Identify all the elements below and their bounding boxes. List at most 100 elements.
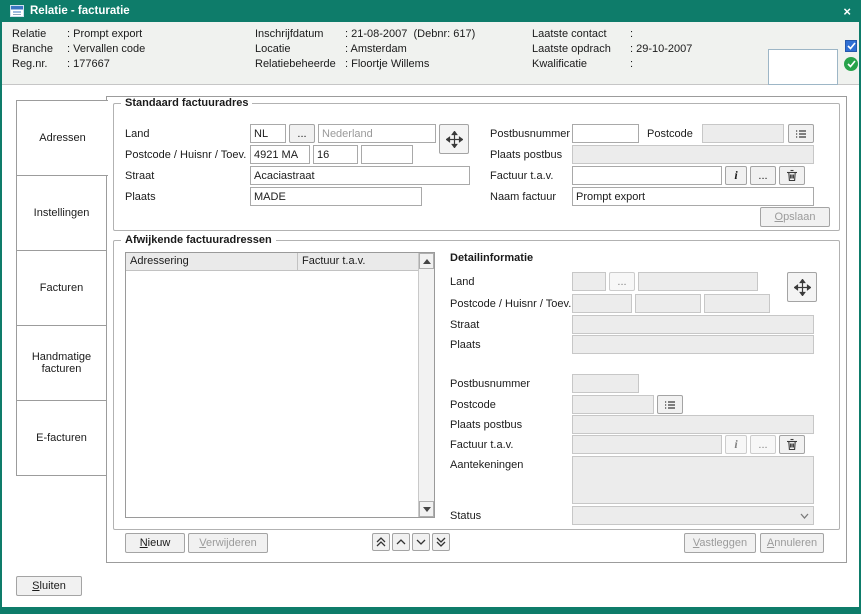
plaats-input[interactable] xyxy=(250,187,422,206)
tab-facturen[interactable]: Facturen xyxy=(16,250,107,326)
arrow-up-icon xyxy=(423,259,431,264)
header-col-3: Laatste contact: Laatste opdrach: 29-10-… xyxy=(532,28,692,73)
postcode-lookup-button[interactable] xyxy=(788,124,814,143)
detail-postbusnummer-input xyxy=(572,374,639,393)
column-header-adressering[interactable]: Adressering xyxy=(126,253,298,271)
detail-aantekeningen-textarea xyxy=(572,456,814,504)
detail-postbus-postcode-input xyxy=(572,395,654,414)
laatste-contact-label: Laatste contact xyxy=(532,28,630,43)
land-name-display xyxy=(318,124,436,143)
locatie-label: Locatie xyxy=(255,43,345,58)
detail-postcode-lookup-button[interactable] xyxy=(657,395,683,414)
huisnr-input[interactable] xyxy=(313,145,358,164)
detail-huisnr-input xyxy=(635,294,701,313)
arrow-down-icon xyxy=(423,507,431,512)
table-scrollbar[interactable] xyxy=(418,253,434,517)
sluiten-button[interactable]: Sluiten xyxy=(16,576,82,596)
postcode-input[interactable] xyxy=(250,145,310,164)
relatiebeheerder-label: Relatiebeheerde xyxy=(255,58,345,73)
relatiebeheerder-value: : Floortje Willems xyxy=(345,58,429,73)
chevron-down-icon xyxy=(416,539,426,545)
detail-land-code-input xyxy=(572,272,606,291)
kwalificatie-label: Kwalificatie xyxy=(532,58,630,73)
move-down-button[interactable] xyxy=(412,533,430,551)
trash-icon xyxy=(786,438,798,451)
app-icon xyxy=(10,5,24,17)
tab-adressen[interactable]: Adressen xyxy=(16,100,108,176)
laatste-contact-value: : xyxy=(630,28,633,43)
relatie-value: : Prompt export xyxy=(67,28,142,43)
land-label: Land xyxy=(125,128,149,140)
close-icon[interactable]: × xyxy=(843,5,851,18)
straat-label: Straat xyxy=(125,170,154,182)
postbusnummer-input[interactable] xyxy=(572,124,639,143)
tab-instellingen-label: Instellingen xyxy=(34,207,90,219)
relation-header: Relatie: Prompt export Branche: Vervalle… xyxy=(2,22,859,85)
detail-factuur-tav-delete-button[interactable] xyxy=(779,435,805,454)
window-title: Relatie - facturatie xyxy=(30,5,130,17)
dialog-window: Relatie - facturatie × Relatie: Prompt e… xyxy=(0,0,861,614)
inschrijfdatum-value: : 21-08-2007 (Debnr: 617) xyxy=(345,28,475,43)
kwalificatie-value: : xyxy=(630,58,633,73)
list-icon xyxy=(795,129,807,139)
toevoeging-input[interactable] xyxy=(361,145,413,164)
regnr-label: Reg.nr. xyxy=(12,58,67,73)
land-browse-button[interactable]: ... xyxy=(289,124,315,143)
move-icon xyxy=(794,279,811,296)
header-col-1: Relatie: Prompt export Branche: Vervalle… xyxy=(12,28,145,73)
scroll-up-button[interactable] xyxy=(419,253,434,269)
detail-postcode-input xyxy=(572,294,632,313)
locatie-value: : Amsterdam xyxy=(345,43,407,58)
window-bottom-border xyxy=(2,607,859,614)
postbus-postcode-input xyxy=(702,124,784,143)
tab-instellingen[interactable]: Instellingen xyxy=(16,175,107,251)
inschrijfdatum-label: Inschrijfdatum xyxy=(255,28,345,43)
move-icon xyxy=(446,131,463,148)
move-first-button[interactable] xyxy=(372,533,390,551)
postbus-postcode-label: Postcode xyxy=(647,128,693,140)
detail-straat-label: Straat xyxy=(450,319,479,331)
address-move-button[interactable] xyxy=(439,124,469,154)
detail-toevoeging-input xyxy=(704,294,770,313)
nieuw-button[interactable]: Nieuw xyxy=(125,533,185,553)
detail-straat-input xyxy=(572,315,814,334)
factuur-tav-delete-button[interactable] xyxy=(779,166,805,185)
plaats-postbus-label: Plaats postbus xyxy=(490,149,562,161)
titlebar: Relatie - facturatie × xyxy=(2,0,859,22)
detail-factuur-tav-label: Factuur t.a.v. xyxy=(450,439,513,451)
factuur-tav-browse-button[interactable]: ... xyxy=(750,166,776,185)
laatste-opdracht-value: : 29-10-2007 xyxy=(630,43,692,58)
factuur-tav-input[interactable] xyxy=(572,166,722,185)
status-ok-icon xyxy=(844,57,858,71)
relatie-label: Relatie xyxy=(12,28,67,43)
address-list[interactable] xyxy=(126,271,419,517)
detail-aantekeningen-label: Aantekeningen xyxy=(450,459,523,471)
trash-icon xyxy=(786,169,798,182)
straat-input[interactable] xyxy=(250,166,470,185)
detail-address-move-button[interactable] xyxy=(787,272,817,302)
naam-factuur-label: Naam factuur xyxy=(490,191,556,203)
tab-handmatige-facturen[interactable]: Handmatige facturen xyxy=(16,325,107,401)
scroll-down-button[interactable] xyxy=(419,501,434,517)
standaard-factuuradres-legend: Standaard factuuradres xyxy=(121,97,252,109)
column-header-factuur-tav[interactable]: Factuur t.a.v. xyxy=(298,253,419,271)
info-icon: i xyxy=(734,168,737,183)
factuur-tav-info-button[interactable]: i xyxy=(725,166,747,185)
double-chevron-up-icon xyxy=(376,537,386,547)
move-up-button[interactable] xyxy=(392,533,410,551)
tab-e-facturen[interactable]: E-facturen xyxy=(16,400,107,476)
tab-handmatige-facturen-label: Handmatige facturen xyxy=(21,351,102,375)
regnr-value: : 177667 xyxy=(67,58,110,73)
land-code-input[interactable] xyxy=(250,124,286,143)
naam-factuur-input[interactable] xyxy=(572,187,814,206)
detail-land-browse-button: ... xyxy=(609,272,635,291)
move-last-button[interactable] xyxy=(432,533,450,551)
afwijkende-adressen-table: Adressering Factuur t.a.v. xyxy=(125,252,435,518)
photo-placeholder xyxy=(768,49,838,85)
header-col-2: Inschrijfdatum: 21-08-2007 (Debnr: 617) … xyxy=(255,28,475,73)
detail-plaats-postbus-input xyxy=(572,415,814,434)
detail-postcode-huisnr-label: Postcode / Huisnr / Toev. xyxy=(450,298,571,310)
header-checkbox[interactable] xyxy=(845,40,857,52)
branche-label: Branche xyxy=(12,43,67,58)
detail-land-name-display xyxy=(638,272,758,291)
